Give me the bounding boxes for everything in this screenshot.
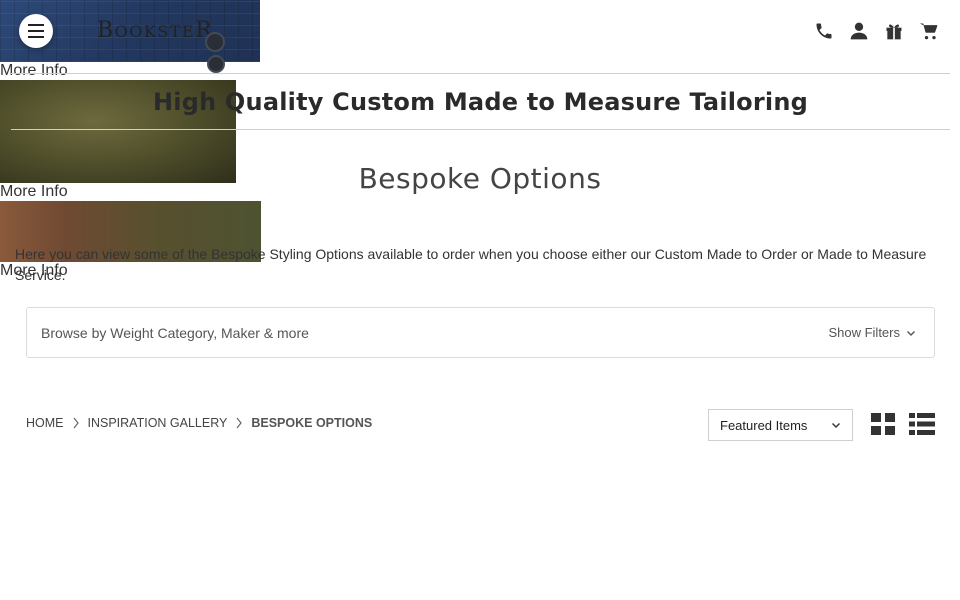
filter-panel[interactable]: Browse by Weight Category, Maker & more …	[26, 307, 935, 358]
breadcrumb-current: BESPOKE OPTIONS	[251, 416, 373, 430]
jacket-button-decor	[207, 55, 225, 73]
sort-selected-value: Featured Items	[720, 417, 808, 433]
chevron-down-icon	[832, 423, 840, 428]
chevron-right-icon	[73, 417, 79, 429]
gift-icon[interactable]	[883, 20, 905, 42]
sort-select[interactable]: Featured Items	[708, 409, 853, 441]
site-logo[interactable]: BOOKSTER	[97, 18, 213, 43]
breadcrumb-home[interactable]: HOME	[26, 416, 64, 430]
cart-icon[interactable]	[918, 20, 940, 42]
tagline-bar: High Quality Custom Made to Measure Tail…	[11, 73, 950, 130]
user-icon[interactable]	[848, 20, 870, 42]
show-filters-button[interactable]: Show Filters	[828, 325, 920, 340]
site-header: BOOKSTER	[0, 0, 960, 72]
show-filters-label: Show Filters	[828, 325, 900, 340]
jacket-button-decor	[205, 32, 225, 52]
intro-text: Here you can view some of the Bespoke St…	[15, 246, 927, 283]
breadcrumb-inspiration-gallery[interactable]: INSPIRATION GALLERY	[88, 416, 228, 430]
header-icons	[813, 20, 940, 42]
chevron-right-icon	[236, 417, 243, 429]
phone-icon[interactable]	[813, 20, 835, 42]
menu-button[interactable]	[19, 14, 53, 48]
filter-label: Browse by Weight Category, Maker & more	[41, 324, 309, 341]
chevron-down-icon	[907, 330, 915, 336]
hamburger-icon	[28, 24, 44, 38]
page-title: Bespoke Options	[358, 162, 602, 195]
grid-view-icon[interactable]	[871, 413, 895, 435]
breadcrumb: HOME INSPIRATION GALLERY BESPOKE OPTIONS	[26, 416, 372, 430]
tagline: High Quality Custom Made to Measure Tail…	[153, 87, 808, 116]
list-view-icon[interactable]	[909, 413, 935, 435]
